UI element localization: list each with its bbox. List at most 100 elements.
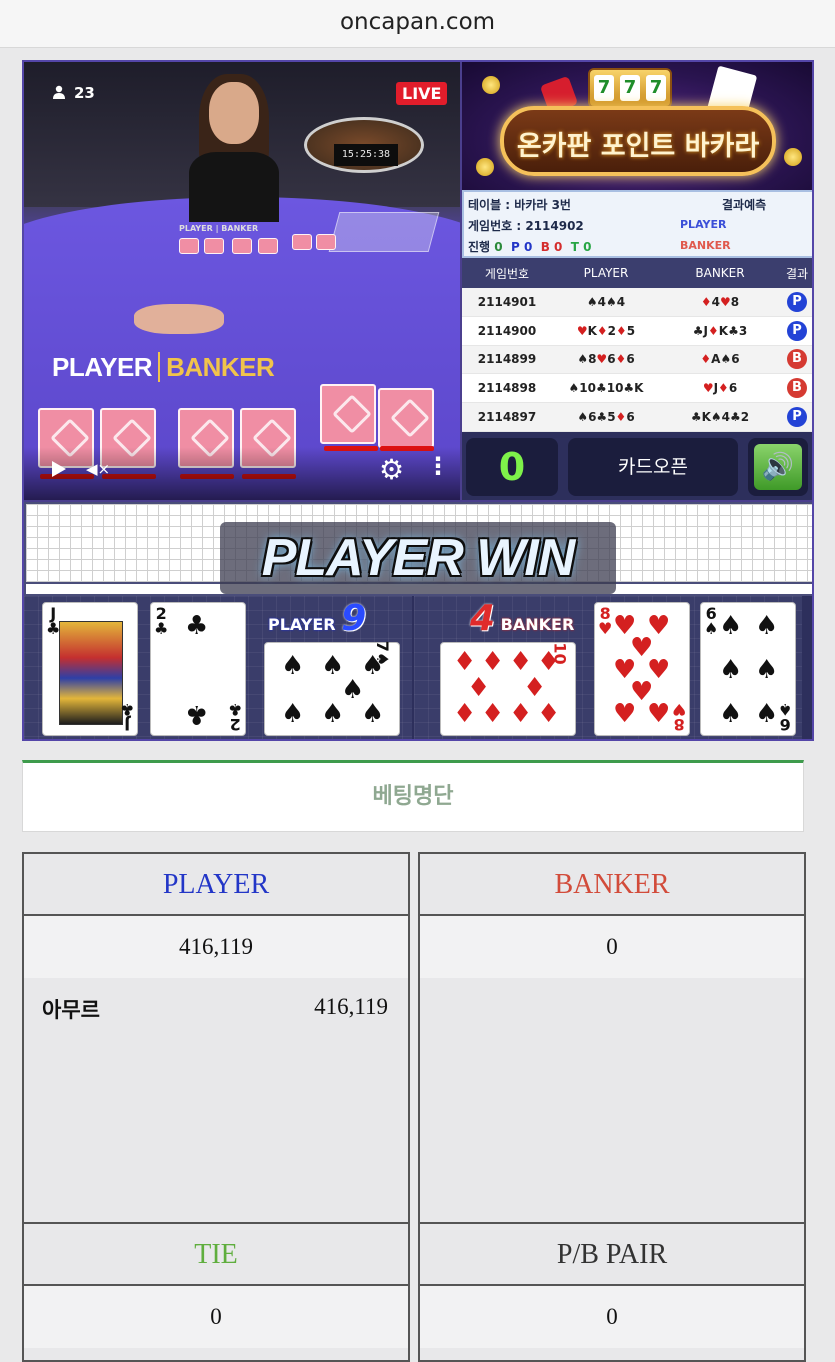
history-player-cards: ♠8♥6♦6 [577, 352, 635, 367]
progress-total: 0 [494, 240, 503, 254]
live-video[interactable]: 15:25:38 PLAYER | BANKER PLAYER BANKER 23 [24, 62, 460, 500]
diamond-pip-icon: ♦ [537, 699, 561, 729]
spade-pip-icon: ♠ [755, 611, 779, 641]
player-count-label: P [511, 240, 520, 254]
history-result: P [780, 320, 812, 341]
tie-count-label: T [570, 240, 579, 254]
card-suit: ♠ [777, 700, 792, 719]
dealer-face [209, 82, 259, 144]
tie-bet-panel: TIE 0 [22, 1222, 410, 1362]
card-suit: ♠ [704, 619, 719, 638]
player-bet-total: 416,119 [24, 916, 408, 978]
history-result: B [780, 349, 812, 370]
gear-icon[interactable]: ⚙ [379, 453, 404, 486]
diamond-pip-icon: ♦ [481, 647, 505, 677]
player-card-1: J ♣ J ♣ [42, 602, 138, 736]
player-win-badge: P [787, 407, 807, 428]
history-banker-cards: ♦4♥8 [700, 294, 740, 309]
player-side: J ♣ J ♣ 2 ♣ ♣ ♣ 2 ♣ PLAYER 9 7♠ ♠ ♠ ♠ ♠ … [24, 596, 412, 739]
felt-banker-label: BANKER [166, 352, 275, 382]
table-card [232, 238, 252, 254]
felt-divider [158, 352, 161, 382]
speaker-icon[interactable]: 🔊 [754, 444, 802, 490]
browser-url[interactable]: oncapan.com [0, 0, 835, 48]
spade-pip-icon: ♠ [755, 699, 779, 729]
diamond-pip-icon: ♦ [537, 647, 561, 677]
card-suit: ♥ [671, 700, 686, 719]
logo-title: 온카판 포인트 바카라 [516, 131, 760, 162]
more-options-icon[interactable]: ⋮ [426, 454, 450, 478]
card-corner: J ♣ [120, 700, 134, 734]
diamond-pip-icon: ♦ [453, 699, 477, 729]
banker-card-3: 6 ♠ ♠ ♠ ♠ ♠ ♠ ♠ 6 ♠ [700, 602, 796, 736]
history-banker-cards: ♥J♦6 [702, 381, 738, 396]
diamond-pip-icon: ♦ [523, 673, 547, 703]
history-banker-cards: ♣K♠4♣2 [690, 410, 750, 425]
prediction-player[interactable]: PLAYER [680, 218, 726, 231]
player-score: PLAYER 9 [268, 598, 366, 639]
tie-bet-total: 0 [24, 1286, 408, 1348]
table-card [258, 238, 278, 254]
banker-score-label: BANKER [500, 615, 575, 634]
spade-pip-icon: ♠ [719, 655, 743, 685]
logo-banner: 온카판 포인트 바카라 [500, 106, 776, 176]
player-win-badge: P [787, 320, 807, 341]
pair-bet-panel: P/B PAIR 0 [418, 1222, 806, 1362]
history-game-number: 2114897 [477, 410, 537, 425]
video-clock: 15:25:38 [334, 144, 398, 166]
card-open-button[interactable]: 카드오픈 [568, 438, 738, 496]
history-player-cards: ♥K♦2♦5 [576, 323, 636, 338]
history-game-number: 2114898 [477, 381, 537, 396]
sound-toggle[interactable]: 🔊 [748, 438, 808, 496]
play-icon[interactable] [52, 461, 66, 477]
history-row: 2114900 ♥K♦2♦5 ♣J♦K♣3 P [462, 317, 812, 346]
viewer-count-value: 23 [74, 84, 95, 102]
pair-bet-total: 0 [420, 1286, 804, 1348]
diamond-pip-icon: ♦ [481, 699, 505, 729]
card-suit: ♥ [598, 619, 613, 638]
history-player-cards: ♠4♠4 [586, 294, 626, 309]
history-player-cards: ♠10♣10♣K [568, 381, 644, 396]
card-zone: J ♣ J ♣ 2 ♣ ♣ ♣ 2 ♣ PLAYER 9 7♠ ♠ ♠ ♠ ♠ … [24, 596, 812, 739]
video-controls: ◀× ⚙ ⋮ [24, 447, 460, 500]
bet-amount: 416,119 [314, 994, 388, 1019]
tie-bet-header: TIE [24, 1224, 408, 1286]
prediction-title: 결과예측 [722, 198, 767, 212]
header-banker: BANKER [695, 266, 745, 280]
banker-bet-header: BANKER [420, 854, 804, 916]
history-game-number: 2114900 [477, 323, 537, 338]
pair-bet-header: P/B PAIR [420, 1224, 804, 1286]
viewer-count: 23 [52, 84, 95, 102]
card-suit: ♣ [154, 619, 169, 638]
progress-label: 진행 [468, 240, 491, 254]
history-row: 2114898 ♠10♣10♣K ♥J♦6 B [462, 374, 812, 404]
prediction-banker[interactable]: BANKER [680, 239, 731, 252]
card-corner: 6 ♠ [777, 700, 792, 734]
player-card-2: 2 ♣ ♣ ♣ 2 ♣ [150, 602, 246, 736]
history-rows: 2114901 ♠4♠4 ♦4♥8 P 2114900 ♥K♦2♦5 ♣J♦K♣3 P 2114… [462, 288, 812, 432]
history-banker-cards: ♣J♦K♣3 [692, 323, 748, 338]
card-suit: ♣ [227, 700, 242, 719]
history-table: 게임번호 PLAYER BANKER 결과 2114901 ♠4♠4 ♦4♥8 P 21… [462, 258, 812, 432]
game-info-panel: 테이블 : 바카라 3번 게임번호 : 2114902 진행 0 P 0 B 0… [462, 190, 812, 258]
player-card-3-rotated: 7♠ ♠ ♠ ♠ ♠ ♠ ♠ ♠ [264, 641, 400, 736]
slot-reel: 7 [594, 75, 614, 101]
bet-entry: 아무르 416,119 [24, 978, 408, 1024]
club-pip-icon: ♣ [185, 699, 209, 729]
card-corner: 2 ♣ [227, 700, 242, 734]
history-game-number: 2114899 [477, 352, 537, 367]
spade-pip-icon: ♠ [755, 655, 779, 685]
baccarat-game: 15:25:38 PLAYER | BANKER PLAYER BANKER 23 [22, 60, 814, 741]
banker-win-badge: B [787, 378, 807, 399]
banker-bet-panel: BANKER 0 [418, 852, 806, 1224]
player-score-label: PLAYER [268, 615, 336, 634]
history-player-cards: ♠6♣5♦6 [577, 410, 635, 425]
history-result: P [780, 291, 812, 312]
diamond-pip-icon: ♦ [467, 673, 491, 703]
dealer-hands [134, 304, 224, 334]
card-count-display: 0 [466, 438, 558, 496]
jack-face-art [59, 621, 123, 725]
card-corner: 8 ♥ [598, 606, 613, 638]
mute-icon[interactable]: ◀× [86, 460, 110, 478]
history-row: 2114901 ♠4♠4 ♦4♥8 P [462, 288, 812, 317]
